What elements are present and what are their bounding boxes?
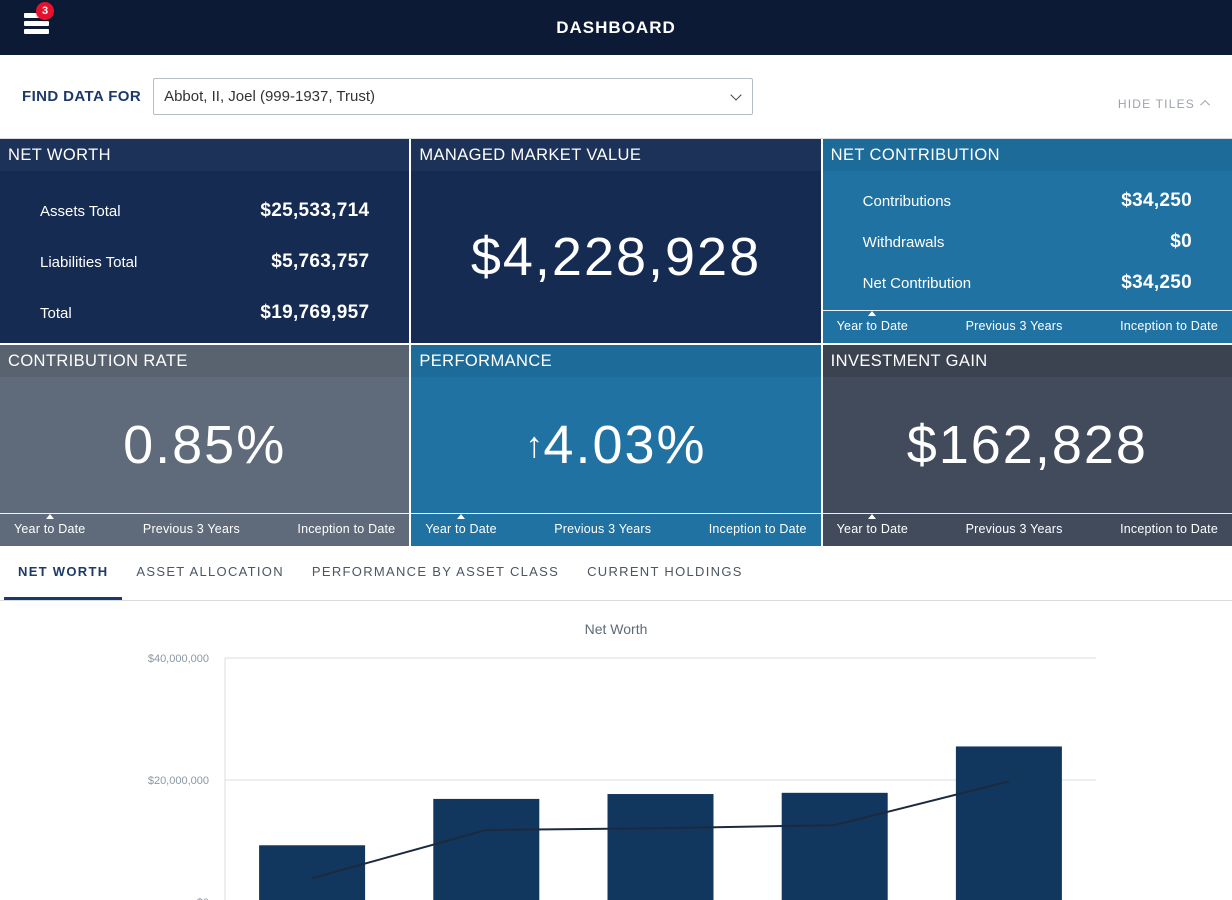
managed-market-value-amount: $4,228,928 <box>411 171 820 343</box>
find-data-for-label: FIND DATA FOR <box>22 88 141 105</box>
net-contribution-row-withdrawals: Withdrawals $0 <box>823 231 1232 253</box>
row-value: $0 <box>1170 231 1192 253</box>
bar <box>782 793 888 900</box>
tile-title: MANAGED MARKET VALUE <box>411 139 820 171</box>
tile-title: NET CONTRIBUTION <box>823 139 1232 171</box>
period-previous-3-years[interactable]: Previous 3 Years <box>966 522 1063 536</box>
tile-managed-market-value: MANAGED MARKET VALUE $4,228,928 <box>411 139 820 343</box>
notification-badge: 3 <box>36 2 54 20</box>
tile-investment-gain: INVESTMENT GAIN $162,828 Year to Date Pr… <box>823 345 1232 546</box>
net-worth-row-total: Total $19,769,957 <box>0 302 409 324</box>
tab-net-worth[interactable]: NET WORTH <box>4 546 122 600</box>
up-arrow-icon: ↑ <box>525 424 543 466</box>
top-bar: 3 DASHBOARD <box>0 0 1232 55</box>
tab-asset-allocation[interactable]: ASSET ALLOCATION <box>122 546 297 600</box>
tile-title: NET WORTH <box>0 139 409 171</box>
period-inception-to-date[interactable]: Inception to Date <box>1120 522 1218 536</box>
row-value: $34,250 <box>1121 272 1192 294</box>
contribution-rate-value: 0.85% <box>0 377 409 513</box>
bar <box>433 799 539 900</box>
row-label: Total <box>40 305 72 322</box>
net-worth-chart: $40,000,000$20,000,000$0 <box>0 601 1232 900</box>
row-label: Contributions <box>863 193 951 210</box>
tab-current-holdings[interactable]: CURRENT HOLDINGS <box>573 546 757 600</box>
row-label: Net Contribution <box>863 275 971 292</box>
tile-net-worth: NET WORTH Assets Total $25,533,714 Liabi… <box>0 139 409 343</box>
period-year-to-date[interactable]: Year to Date <box>837 319 908 333</box>
investment-gain-value: $162,828 <box>823 377 1232 513</box>
net-worth-row-assets: Assets Total $25,533,714 <box>0 200 409 222</box>
period-selector: Year to Date Previous 3 Years Inception … <box>0 513 409 546</box>
section-tabs: NET WORTH ASSET ALLOCATION PERFORMANCE B… <box>0 546 1232 601</box>
period-selector: Year to Date Previous 3 Years Inception … <box>823 310 1232 343</box>
period-previous-3-years[interactable]: Previous 3 Years <box>554 522 651 536</box>
performance-value: ↑ 4.03% <box>411 377 820 513</box>
client-select-wrap: Abbot, II, Joel (999-1937, Trust) <box>153 78 753 115</box>
net-worth-chart-section: Net Worth $40,000,000$20,000,000$0 <box>0 601 1232 900</box>
period-inception-to-date[interactable]: Inception to Date <box>709 522 807 536</box>
period-selector: Year to Date Previous 3 Years Inception … <box>823 513 1232 546</box>
chevron-up-icon <box>1200 100 1210 110</box>
period-previous-3-years[interactable]: Previous 3 Years <box>143 522 240 536</box>
dashboard-app: 3 DASHBOARD FIND DATA FOR Abbot, II, Joe… <box>0 0 1232 900</box>
y-tick-label: $20,000,000 <box>148 775 209 787</box>
bar <box>259 845 365 900</box>
period-previous-3-years[interactable]: Previous 3 Years <box>966 319 1063 333</box>
period-year-to-date[interactable]: Year to Date <box>837 522 908 536</box>
y-tick-label: $40,000,000 <box>148 653 209 665</box>
row-value: $34,250 <box>1121 190 1192 212</box>
tile-net-contribution: NET CONTRIBUTION Contributions $34,250 W… <box>823 139 1232 343</box>
net-contribution-row-net: Net Contribution $34,250 <box>823 272 1232 294</box>
tab-performance-by-asset-class[interactable]: PERFORMANCE BY ASSET CLASS <box>298 546 573 600</box>
tile-performance: PERFORMANCE ↑ 4.03% Year to Date Previou… <box>411 345 820 546</box>
period-inception-to-date[interactable]: Inception to Date <box>297 522 395 536</box>
find-data-bar: FIND DATA FOR Abbot, II, Joel (999-1937,… <box>0 55 1232 139</box>
period-year-to-date[interactable]: Year to Date <box>425 522 496 536</box>
tile-title: INVESTMENT GAIN <box>823 345 1232 377</box>
client-select[interactable]: Abbot, II, Joel (999-1937, Trust) <box>153 78 753 115</box>
period-inception-to-date[interactable]: Inception to Date <box>1120 319 1218 333</box>
row-label: Liabilities Total <box>40 254 137 271</box>
page-title: DASHBOARD <box>556 18 676 38</box>
tile-contribution-rate: CONTRIBUTION RATE 0.85% Year to Date Pre… <box>0 345 409 546</box>
hide-tiles-label: HIDE TILES <box>1118 97 1195 111</box>
menu-bar <box>24 29 49 34</box>
row-label: Assets Total <box>40 203 121 220</box>
performance-percent: 4.03% <box>543 414 706 476</box>
tile-title: PERFORMANCE <box>411 345 820 377</box>
tile-title: CONTRIBUTION RATE <box>0 345 409 377</box>
kpi-tiles: NET WORTH Assets Total $25,533,714 Liabi… <box>0 139 1232 546</box>
bar <box>956 746 1062 900</box>
bar <box>608 794 714 900</box>
row-value: $25,533,714 <box>260 200 369 222</box>
period-year-to-date[interactable]: Year to Date <box>14 522 85 536</box>
menu-bar <box>24 21 49 26</box>
row-value: $19,769,957 <box>260 302 369 324</box>
hide-tiles-button[interactable]: HIDE TILES <box>1118 97 1210 111</box>
net-worth-row-liabilities: Liabilities Total $5,763,757 <box>0 251 409 273</box>
row-label: Withdrawals <box>863 234 945 251</box>
net-contribution-row-contributions: Contributions $34,250 <box>823 190 1232 212</box>
row-value: $5,763,757 <box>271 251 369 273</box>
period-selector: Year to Date Previous 3 Years Inception … <box>411 513 820 546</box>
